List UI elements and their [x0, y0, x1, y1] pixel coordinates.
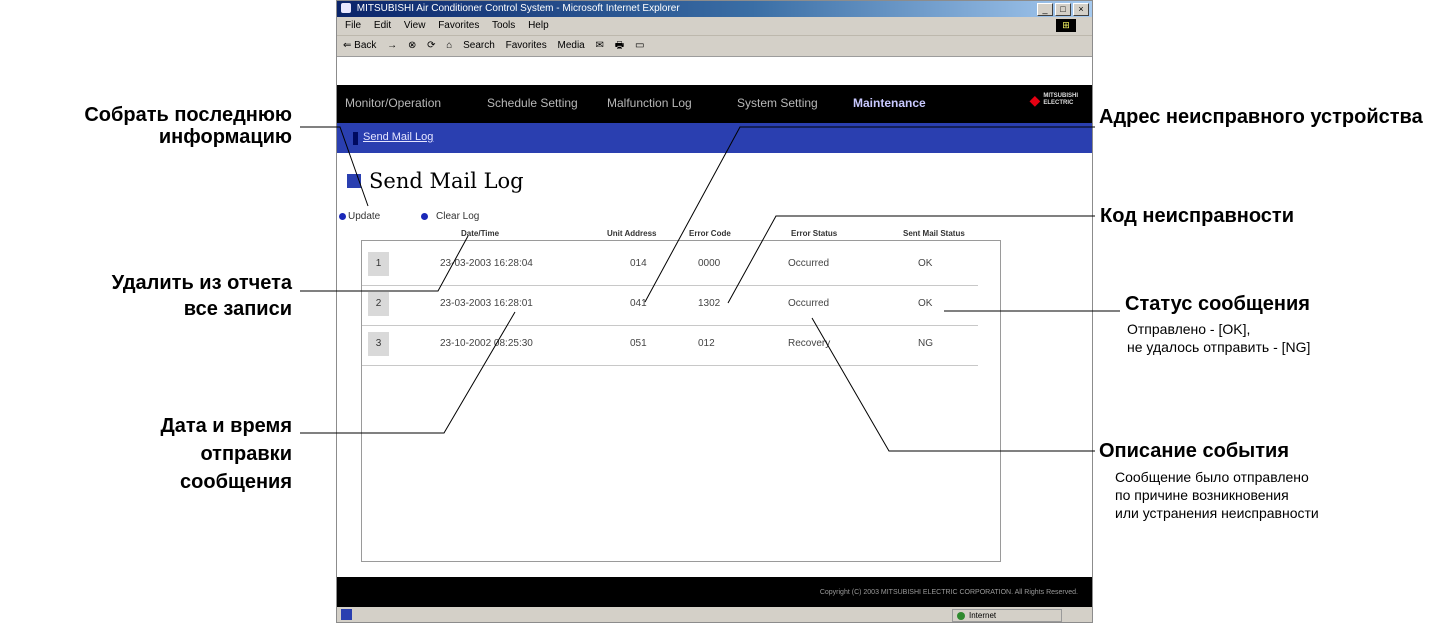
- clear-log-button[interactable]: Clear Log: [421, 211, 479, 222]
- callout-datetime: Дата и время отправки сообщения: [160, 415, 292, 493]
- title-square-icon: [347, 174, 361, 188]
- back-button[interactable]: ⇐ Back: [343, 40, 376, 51]
- menu-file[interactable]: File: [345, 20, 361, 31]
- row-number: 2: [368, 292, 389, 316]
- print-icon[interactable]: 🖶: [615, 40, 624, 51]
- header-unit-address: Unit Address: [607, 229, 657, 238]
- ie-icon: [341, 3, 351, 14]
- menu-tools[interactable]: Tools: [492, 20, 515, 31]
- three-diamonds-icon: ◆: [1029, 92, 1041, 108]
- cell-address: 041: [630, 298, 647, 309]
- header-error-code: Error Code: [689, 229, 731, 238]
- menu-edit[interactable]: Edit: [374, 20, 391, 31]
- nav-maintenance[interactable]: Maintenance: [853, 96, 926, 110]
- callout-update: Собрать последнюю информацию: [84, 104, 292, 148]
- security-zone: Internet: [952, 609, 1062, 622]
- page-title-text: Send Mail Log: [369, 169, 524, 193]
- cell-status: Occurred: [788, 258, 830, 269]
- callout-event: Описание события: [1099, 440, 1290, 462]
- cell-datetime: 23-03-2003 16:28:04: [440, 258, 533, 269]
- cell-status: Occurred: [788, 298, 830, 309]
- update-label: Update: [348, 211, 381, 222]
- mitsubishi-logo: ◆ MITSUBISHI ELECTRIC: [1030, 93, 1078, 107]
- cell-status: Recovery: [788, 338, 831, 349]
- menu-bar: File Edit View Favorites Tools Help ⊞: [337, 17, 1092, 36]
- menu-view[interactable]: View: [404, 20, 426, 31]
- sub-nav-marker: [353, 132, 358, 145]
- row-number: 1: [368, 252, 389, 276]
- cell-address: 014: [630, 258, 647, 269]
- row-number: 3: [368, 332, 389, 356]
- menu-help[interactable]: Help: [528, 20, 549, 31]
- table-row: 1 23-03-2003 16:28:04 014 0000 Occurred …: [362, 245, 978, 286]
- browser-toolbar: ⇐ Back → ⊗ ⟳ ⌂ Search Favorites Media ✉ …: [337, 36, 1092, 57]
- maximize-button[interactable]: □: [1055, 3, 1071, 16]
- header-mail-status: Sent Mail Status: [903, 229, 965, 238]
- table-row: 2 23-03-2003 16:28:01 041 1302 Occurred …: [362, 285, 978, 326]
- search-button[interactable]: Search: [463, 40, 495, 51]
- callout-clear: Удалить из отчета все записи: [111, 272, 292, 320]
- cell-datetime: 23-03-2003 16:28:01: [440, 298, 533, 309]
- forward-button[interactable]: →: [387, 40, 397, 51]
- event-note-2: по причине возникновения: [1115, 487, 1289, 503]
- nav-system-setting[interactable]: System Setting: [737, 96, 818, 110]
- header-error-status: Error Status: [791, 229, 838, 238]
- favorites-button[interactable]: Favorites: [506, 40, 547, 51]
- brand-line-1: MITSUBISHI: [1043, 93, 1078, 99]
- callout-mail-status: Статус сообщения: [1125, 293, 1310, 315]
- nav-monitor-operation[interactable]: Monitor/Operation: [345, 96, 441, 110]
- menu-favorites[interactable]: Favorites: [438, 20, 479, 31]
- send-mail-log-link[interactable]: Send Mail Log: [363, 131, 433, 143]
- windows-logo-icon: ⊞: [1056, 19, 1076, 32]
- footer: Copyright (C) 2003 MITSUBISHI ELECTRIC C…: [337, 577, 1092, 607]
- clear-bullet-icon: [421, 213, 428, 220]
- zone-label: Internet: [969, 611, 997, 620]
- clear-label: Clear Log: [436, 211, 480, 222]
- status-bar: Internet: [337, 607, 1092, 622]
- brand-line-2: ELECTRIC: [1043, 100, 1074, 106]
- cell-mail-status: NG: [918, 338, 933, 349]
- update-bullet-icon: [339, 213, 346, 220]
- cell-mail-status: OK: [918, 298, 933, 309]
- cell-code: 1302: [698, 298, 721, 309]
- cell-datetime: 23-10-2002 08:25:30: [440, 338, 533, 349]
- callout-address: Адрес неисправного устройства: [1099, 106, 1423, 128]
- event-note-1: Сообщение было отправлено: [1115, 469, 1309, 485]
- cell-address: 051: [630, 338, 647, 349]
- window-title: MITSUBISHI Air Conditioner Control Syste…: [356, 3, 680, 14]
- stop-button[interactable]: ⊗: [408, 40, 416, 51]
- mail-status-note-1: Отправлено - [OK],: [1127, 321, 1251, 337]
- cell-code: 012: [698, 338, 715, 349]
- table-row: 3 23-10-2002 08:25:30 051 012 Recovery N…: [362, 325, 978, 366]
- sub-nav: Send Mail Log: [337, 123, 1092, 153]
- page-icon: [341, 609, 352, 620]
- browser-window: MITSUBISHI Air Conditioner Control Syste…: [336, 0, 1093, 623]
- event-note-3: или устранения неисправности: [1115, 505, 1319, 521]
- nav-schedule-setting[interactable]: Schedule Setting: [487, 96, 578, 110]
- edit-icon[interactable]: ▭: [635, 40, 644, 51]
- mail-status-note-2: не удалось отправить - [NG]: [1127, 339, 1311, 355]
- callout-code: Код неисправности: [1100, 205, 1294, 227]
- header-datetime: Date/Time: [461, 229, 500, 238]
- cell-mail-status: OK: [918, 258, 933, 269]
- media-button[interactable]: Media: [558, 40, 585, 51]
- copyright-text: Copyright (C) 2003 MITSUBISHI ELECTRIC C…: [819, 589, 1078, 596]
- close-button[interactable]: ×: [1073, 3, 1089, 16]
- minimize-button[interactable]: _: [1037, 3, 1053, 16]
- main-nav: Monitor/Operation Schedule Setting Malfu…: [337, 85, 1092, 123]
- globe-icon: [957, 612, 965, 620]
- refresh-button[interactable]: ⟳: [427, 40, 435, 51]
- update-button[interactable]: Update: [339, 211, 380, 222]
- mail-icon[interactable]: ✉: [596, 40, 604, 51]
- title-bar: MITSUBISHI Air Conditioner Control Syste…: [337, 1, 1092, 17]
- home-button[interactable]: ⌂: [446, 40, 452, 51]
- nav-malfunction-log[interactable]: Malfunction Log: [607, 96, 692, 110]
- page-title: Send Mail Log: [347, 169, 524, 193]
- cell-code: 0000: [698, 258, 721, 269]
- log-table: 1 23-03-2003 16:28:04 014 0000 Occurred …: [361, 240, 1001, 562]
